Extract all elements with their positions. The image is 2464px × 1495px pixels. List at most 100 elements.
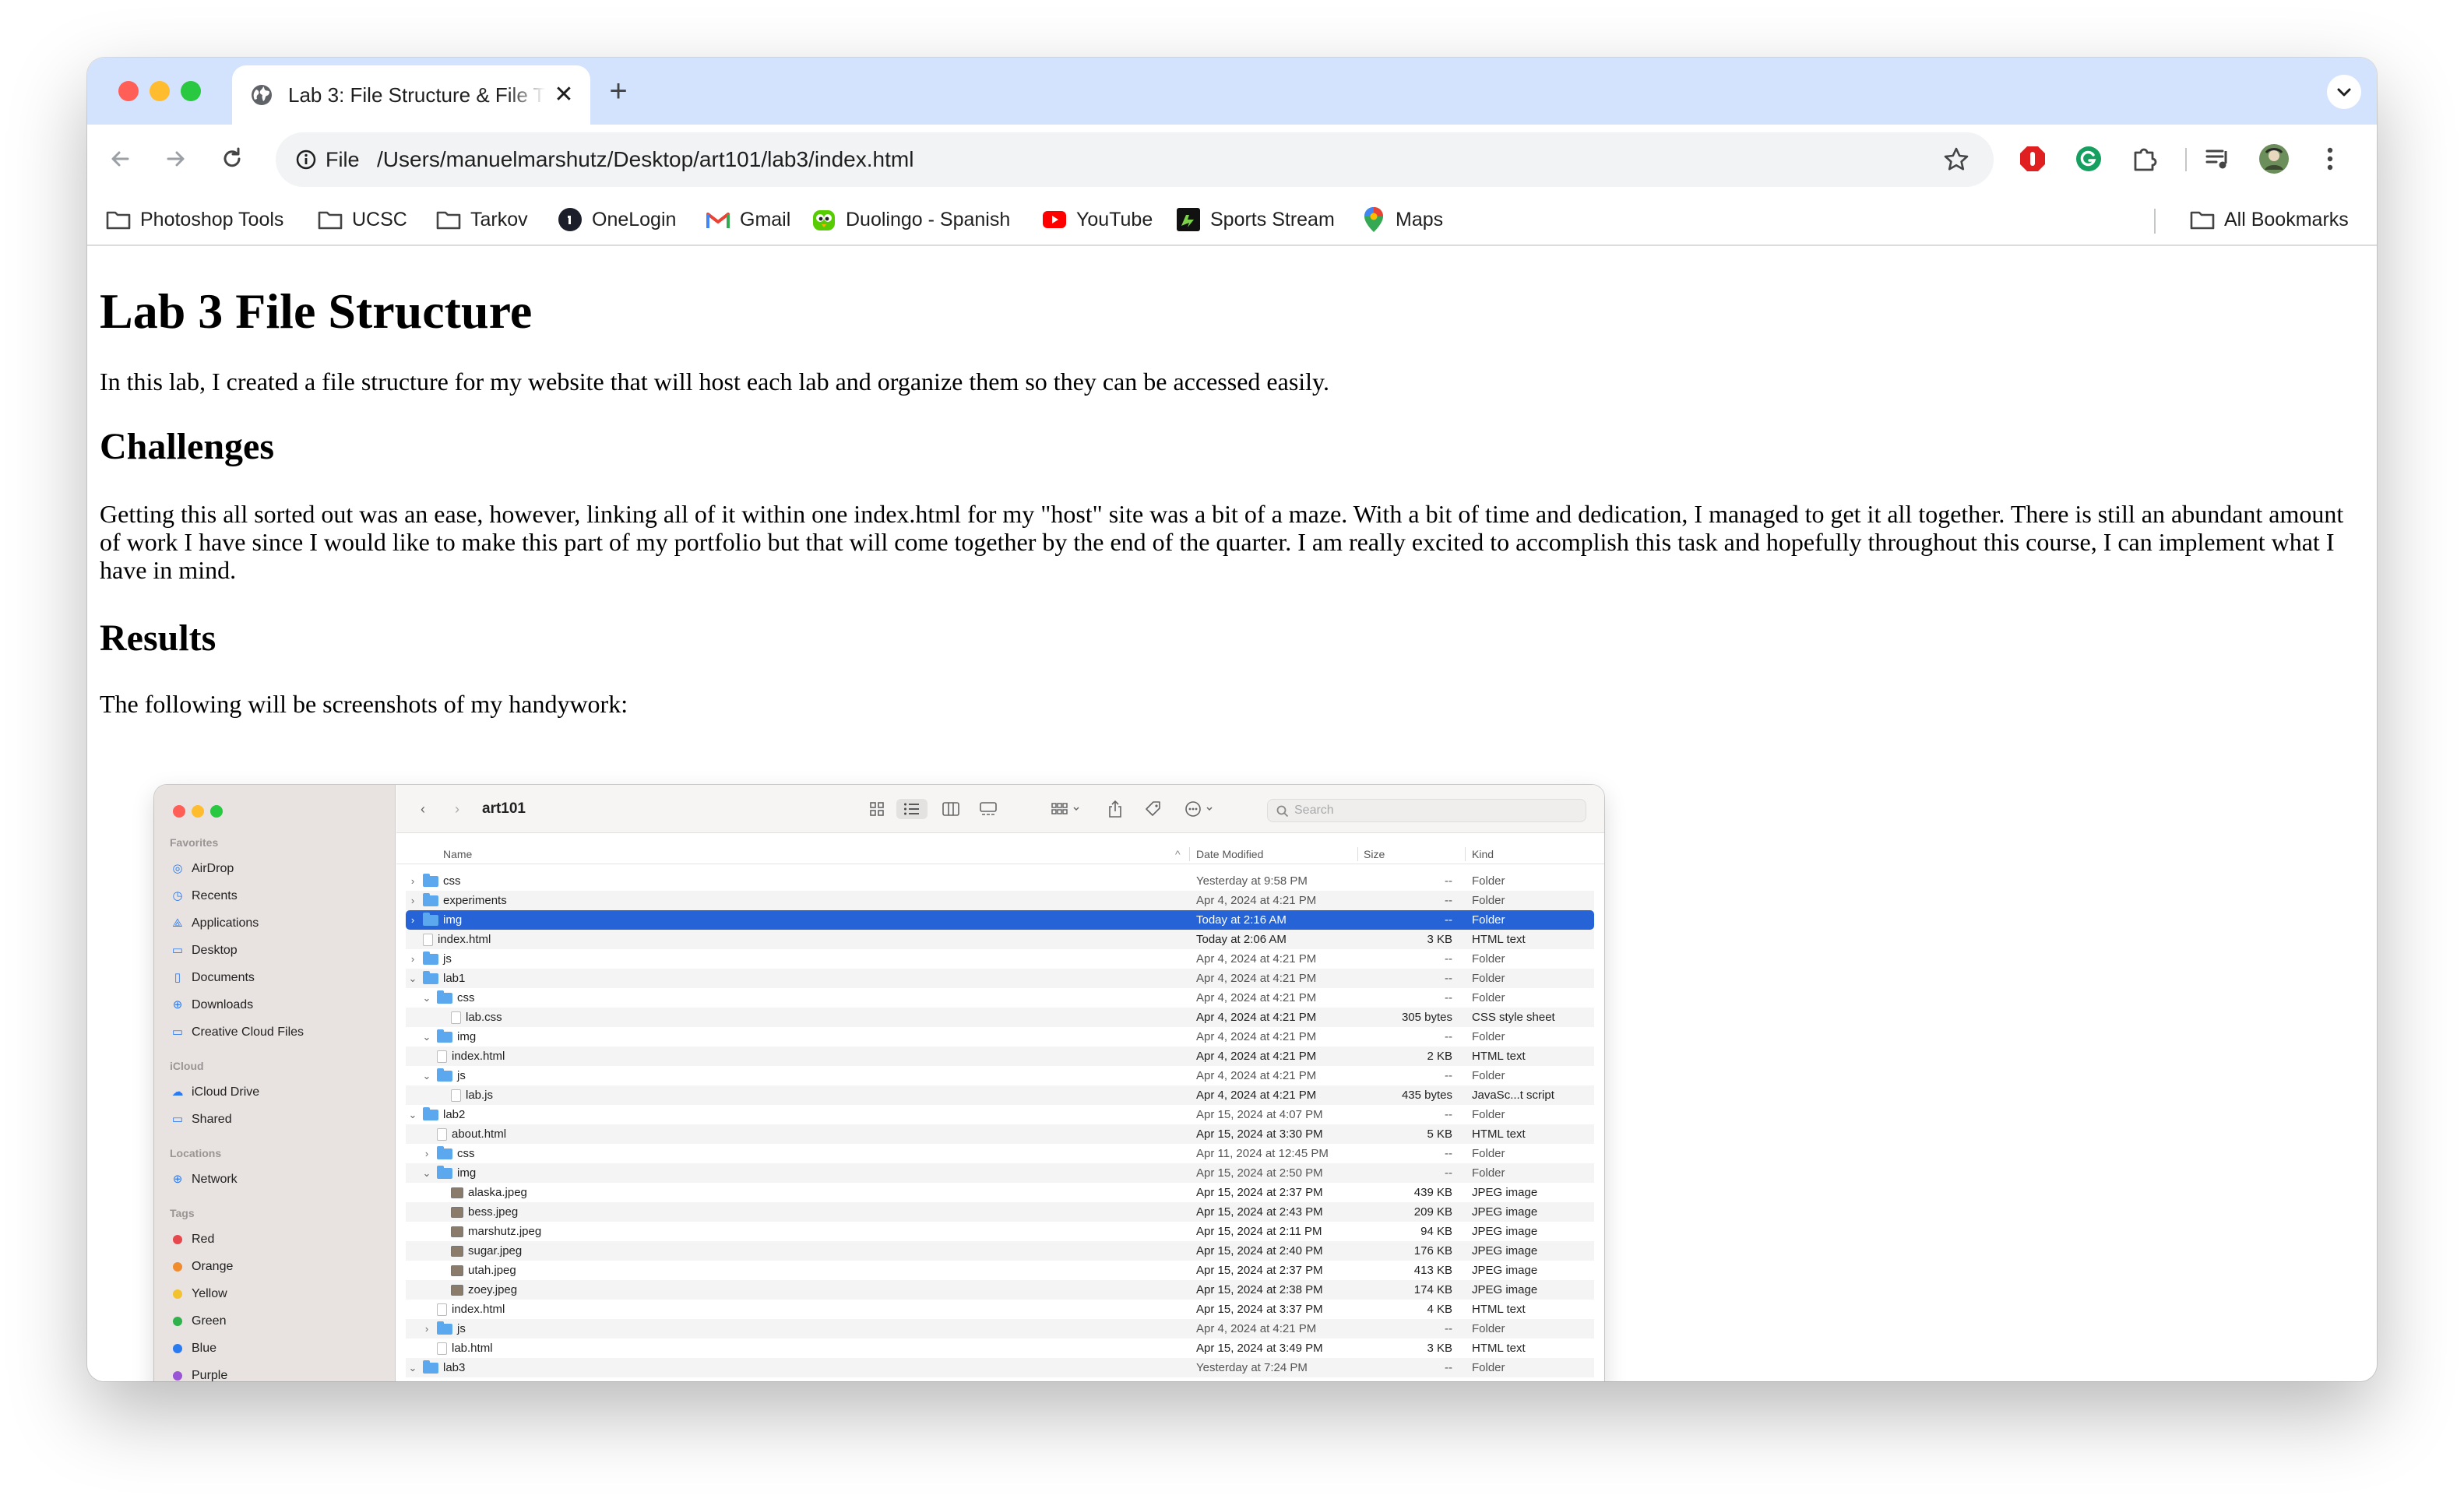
chevron-right-icon: › (410, 895, 415, 906)
finder-sidebar-item: ⊕ Downloads (171, 996, 253, 1015)
forward-button[interactable] (159, 142, 193, 176)
folder-icon (423, 1360, 438, 1374)
chevron-right-icon: › (410, 875, 415, 887)
chevron-down-icon: ⌄ (408, 1361, 417, 1374)
reload-button[interactable] (215, 142, 249, 176)
tag-color-dot (171, 1261, 184, 1273)
finder-close-dot (173, 805, 185, 818)
file-name-cell: lab.js (435, 1089, 493, 1102)
bookmark-tarkov[interactable]: Tarkov (436, 202, 528, 237)
finder-column-header: Name ^ Date Modified Size Kind (396, 844, 1604, 864)
file-row: › css Apr 11, 2024 at 12:45 PM -- Folder (406, 1144, 1594, 1163)
tab-search-button[interactable] (2327, 75, 2361, 109)
file-kind: Folder (1472, 1322, 1505, 1335)
action-menu-icon (1183, 799, 1220, 819)
bookmark-photoshop-tools[interactable]: Photoshop Tools (106, 202, 283, 237)
finder-sidebar-item: ⊕ Network (171, 1170, 238, 1189)
file-row: zoey.jpeg Apr 15, 2024 at 2:38 PM 174 KB JP… (406, 1280, 1594, 1300)
active-tab[interactable]: Lab 3: File Structure & File Transfer ✕ (232, 65, 590, 125)
selected-file-row: › img Today at 2:16 AM -- Folder (406, 910, 1594, 930)
tag-icon (1144, 799, 1163, 819)
extensions-puzzle-icon[interactable] (2128, 142, 2162, 176)
bookmark-duolingo[interactable]: Duolingo - Spanish (811, 202, 1010, 237)
gallery-view-icon (977, 799, 999, 819)
bookmark-gmail[interactable]: Gmail (706, 202, 790, 237)
address-bar[interactable]: File /Users/manuelmarshutz/Desktop/art10… (276, 132, 1994, 187)
globe-icon (252, 85, 272, 105)
file-name: css (457, 1147, 475, 1160)
file-date: Apr 4, 2024 at 4:21 PM (1196, 1011, 1317, 1024)
file-date: Apr 4, 2024 at 4:21 PM (1196, 1069, 1317, 1082)
bookmark-star-icon[interactable] (1942, 146, 1970, 174)
media-control-icon[interactable] (2201, 142, 2235, 176)
file-kind: JPEG image (1472, 1264, 1538, 1277)
file-row: › css Yesterday at 9:58 PM -- Folder (406, 871, 1594, 891)
file-name: lab3 (443, 1361, 466, 1374)
maximize-window-button[interactable] (181, 81, 201, 101)
all-bookmarks-button[interactable]: All Bookmarks (2190, 202, 2349, 237)
file-name-cell: ⌄ lab3 (407, 1360, 466, 1374)
file-row: bess.jpeg Apr 15, 2024 at 2:43 PM 209 KB JP… (406, 1202, 1594, 1222)
file-name-cell: index.html (421, 1050, 505, 1063)
file-kind: JPEG image (1472, 1283, 1538, 1296)
file-kind: Folder (1472, 1030, 1505, 1043)
profile-avatar[interactable] (2257, 142, 2291, 176)
bookmark-youtube[interactable]: YouTube (1042, 202, 1153, 237)
adblock-extension-icon[interactable] (2015, 142, 2050, 176)
finder-sidebar-item: ☁ iCloud Drive (171, 1083, 260, 1102)
finder-sidebar-label: iCloud Drive (192, 1085, 260, 1099)
grammarly-extension-icon[interactable] (2072, 142, 2106, 176)
bookmark-ucsc[interactable]: UCSC (318, 202, 407, 237)
file-name: index.html (438, 933, 491, 946)
finder-sidebar-label: Yellow (192, 1287, 227, 1300)
file-date: Apr 4, 2024 at 4:21 PM (1196, 991, 1317, 1004)
close-window-button[interactable] (118, 81, 139, 101)
file-size: -- (1445, 1166, 1452, 1180)
file-kind: Folder (1472, 913, 1505, 927)
html-file-icon (437, 1342, 447, 1355)
file-size: -- (1445, 1147, 1452, 1160)
column-divider (1357, 847, 1358, 861)
file-row: › js Apr 4, 2024 at 4:21 PM -- Folder (406, 949, 1594, 969)
chevron-down-icon: ⌄ (422, 1030, 431, 1043)
file-name: marshutz.jpeg (468, 1225, 542, 1238)
bookmark-sports-stream[interactable]: Sports Stream (1176, 202, 1335, 237)
sort-ascending-icon: ^ (1175, 848, 1181, 860)
finder-sidebar-section-label: Tags (170, 1207, 195, 1219)
finder-sidebar-label: Documents (192, 971, 255, 984)
folder-icon (437, 990, 452, 1004)
finder-sidebar: Favorites ◎ AirDrop ◷ Recents ⟁ Applications ▭ D… (154, 785, 396, 1381)
file-kind: HTML text (1472, 1050, 1526, 1063)
new-tab-button[interactable]: + (603, 76, 634, 107)
file-name: js (443, 952, 452, 966)
more-menu-icon[interactable] (2313, 142, 2347, 176)
file-size: 435 bytes (1401, 1089, 1452, 1102)
bookmark-onelogin[interactable]: OneLogin (558, 202, 676, 237)
finder-sidebar-item: Blue (171, 1339, 216, 1358)
file-kind: JavaSc...t script (1472, 1089, 1554, 1102)
finder-sidebar-item: ◎ AirDrop (171, 860, 234, 878)
name-column-header: Name (443, 848, 473, 860)
folder-icon (2190, 207, 2215, 232)
youtube-icon (1042, 207, 1067, 232)
browser-toolbar: File /Users/manuelmarshutz/Desktop/art10… (87, 125, 2377, 195)
browser-window: Lab 3: File Structure & File Transfer ✕ … (87, 58, 2377, 1381)
file-kind: Folder (1472, 991, 1505, 1004)
bookmark-label: Tarkov (470, 208, 528, 230)
finder-toolbar: ‹ › art101 Search (396, 785, 1604, 833)
finder-sidebar-item: Orange (171, 1258, 233, 1276)
chevron-down-icon: ⌄ (422, 1166, 431, 1179)
tag-color-dot (171, 1370, 184, 1381)
file-row: sugar.jpeg Apr 15, 2024 at 2:40 PM 176 KB J… (406, 1241, 1594, 1261)
site-info-chip[interactable]: File (285, 139, 374, 180)
file-name: lab.html (452, 1342, 493, 1355)
file-size: 94 KB (1420, 1225, 1452, 1238)
file-kind: Folder (1472, 1069, 1505, 1082)
file-size: -- (1445, 1069, 1452, 1082)
finder-sidebar-label: Shared (192, 1113, 232, 1126)
minimize-window-button[interactable] (150, 81, 170, 101)
back-button[interactable] (103, 142, 137, 176)
url-text[interactable]: /Users/manuelmarshutz/Desktop/art101/lab… (377, 132, 913, 187)
bookmark-maps[interactable]: Maps (1361, 202, 1443, 237)
tab-close-icon[interactable]: ✕ (551, 83, 576, 107)
